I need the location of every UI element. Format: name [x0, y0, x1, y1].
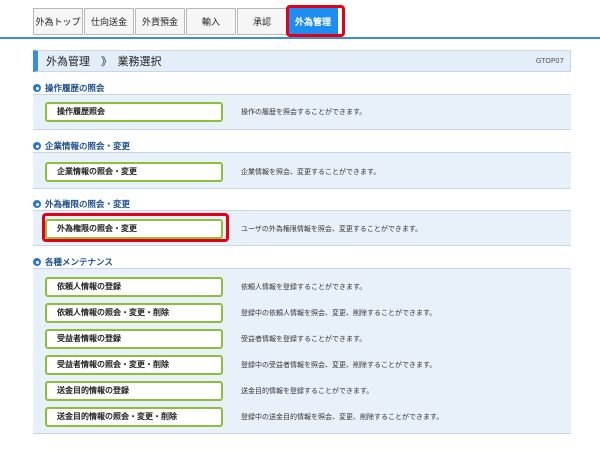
section-header-operation-history: 操作履歴の照会	[33, 82, 105, 94]
remittance-purpose-inquiry-change-delete-button[interactable]: 送金目的情報の照会・変更・削除	[45, 407, 223, 427]
item-description: ユーザの外為権限情報を照会、変更することができます。	[241, 225, 423, 233]
item-description: 受益者情報を登録することができます。	[241, 335, 367, 343]
item-description: 企業情報を照会、変更することができます。	[241, 168, 381, 176]
list-item: 受益者情報の照会・変更・削除 登録中の受益者情報を照会、変更、削除することができ…	[33, 355, 571, 375]
list-item: 依頼人情報の登録 依頼人情報を登録することができます。	[33, 277, 571, 297]
list-item: 企業情報の照会・変更 企業情報を照会、変更することができます。	[33, 162, 571, 182]
active-tab-highlight-box	[286, 5, 345, 37]
item-description: 登録中の送金目的情報を照会、変更、削除することができます。	[241, 413, 444, 421]
section-label: 各種メンテナンス	[45, 258, 113, 268]
item-description: 送金目的情報を登録することができます。	[241, 387, 374, 395]
tab-foreign-currency-deposit[interactable]: 外貨預金	[135, 8, 185, 35]
item-description: 登録中の受益者情報を照会、変更、削除することができます。	[241, 361, 437, 369]
tab-gaitame-top[interactable]: 外為トップ	[33, 8, 83, 35]
company-info-inquiry-change-button[interactable]: 企業情報の照会・変更	[45, 162, 223, 182]
section-label: 企業情報の照会・変更	[45, 142, 131, 152]
section-panel-company-info: 企業情報の照会・変更 企業情報を照会、変更することができます。	[33, 152, 571, 189]
section-panel-maintenance: 依頼人情報の登録 依頼人情報を登録することができます。 依頼人情報の照会・変更・…	[33, 268, 571, 434]
section-label: 操作履歴の照会	[45, 84, 105, 94]
screen-code: GTOP07	[535, 57, 564, 65]
section-panel-operation-history: 操作履歴照会 操作の履歴を照会することができます。	[33, 94, 571, 130]
section-bullet-icon	[33, 200, 41, 208]
list-item: 操作履歴照会 操作の履歴を照会することができます。	[33, 102, 571, 122]
requester-info-inquiry-change-delete-button[interactable]: 依頼人情報の照会・変更・削除	[45, 303, 223, 323]
section-header-maintenance: 各種メンテナンス	[33, 256, 113, 268]
section-bullet-icon	[33, 84, 41, 92]
list-item: 送金目的情報の照会・変更・削除 登録中の送金目的情報を照会、変更、削除することが…	[33, 407, 571, 427]
tab-approval[interactable]: 承認	[237, 8, 287, 35]
tab-import[interactable]: 輸入	[186, 8, 236, 35]
list-item: 受益者情報の登録 受益者情報を登録することができます。	[33, 329, 571, 349]
section-label: 外為権限の照会・変更	[45, 200, 131, 210]
item-description: 登録中の依頼人情報を照会、変更、削除することができます。	[241, 309, 437, 317]
button-highlight-box	[42, 213, 229, 242]
list-item: 依頼人情報の照会・変更・削除 登録中の依頼人情報を照会、変更、削除することができ…	[33, 303, 571, 323]
item-description: 操作の履歴を照会することができます。	[241, 108, 367, 116]
header-divider	[0, 37, 600, 39]
operation-history-inquiry-button[interactable]: 操作履歴照会	[45, 102, 223, 122]
section-bullet-icon	[33, 258, 41, 266]
requester-info-register-button[interactable]: 依頼人情報の登録	[45, 277, 223, 297]
section-header-company-info: 企業情報の照会・変更	[33, 140, 130, 152]
page-title: 外為管理 》 業務選択	[46, 55, 162, 68]
section-header-fx-authority: 外為権限の照会・変更	[33, 198, 130, 210]
tab-outward-remittance[interactable]: 仕向送金	[84, 8, 134, 35]
list-item: 送金目的情報の登録 送金目的情報を登録することができます。	[33, 381, 571, 401]
section-bullet-icon	[33, 142, 41, 150]
beneficiary-info-register-button[interactable]: 受益者情報の登録	[45, 329, 223, 349]
item-description: 依頼人情報を登録することができます。	[241, 283, 367, 291]
beneficiary-info-inquiry-change-delete-button[interactable]: 受益者情報の照会・変更・削除	[45, 355, 223, 375]
page-title-bar: 外為管理 》 業務選択 GTOP07	[33, 50, 571, 72]
remittance-purpose-register-button[interactable]: 送金目的情報の登録	[45, 381, 223, 401]
